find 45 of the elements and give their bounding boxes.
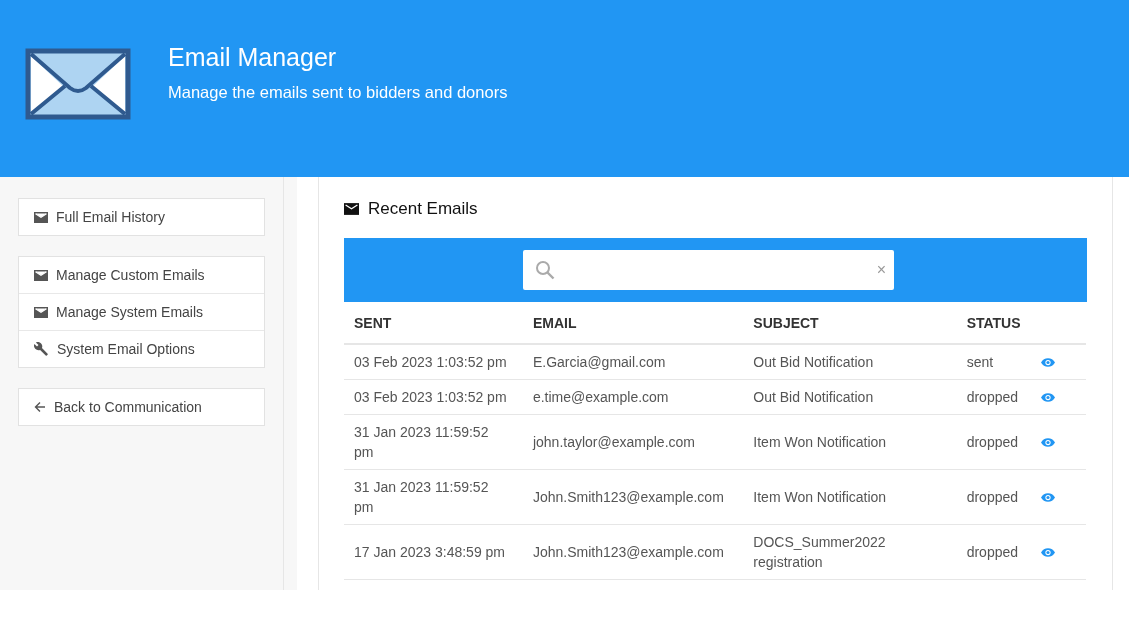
table-cell: Out Bid Notification: [753, 354, 874, 370]
table-cell: 03 Feb 2023 1:03:52 pm: [354, 354, 507, 370]
table-cell: john.taylor@example.com: [532, 434, 695, 450]
panel-title: Recent Emails: [368, 199, 478, 219]
eye-icon[interactable]: [1041, 493, 1056, 502]
table-cell: John.Smith123@example.com: [532, 489, 724, 505]
page-title: Email Manager: [168, 42, 338, 73]
table-cell: Out Bid Notification: [753, 389, 874, 405]
search-icon: [535, 260, 555, 280]
table-cell: dropped: [966, 544, 1019, 560]
table-cell: sent: [966, 354, 994, 370]
column-header: SENT: [354, 314, 392, 331]
table-cell: dropped: [966, 389, 1019, 405]
column-header: STATUS: [966, 314, 1021, 331]
envelope-icon: [344, 203, 359, 215]
sidebar-item[interactable]: Back to Communication: [19, 389, 264, 425]
eye-icon[interactable]: [1041, 358, 1056, 367]
sidebar-item[interactable]: Manage Custom Emails: [19, 257, 264, 293]
page-subtitle: Manage the emails sent to bidders and donors: [168, 83, 508, 102]
table-cell: e.time@example.com: [532, 389, 669, 405]
envelope-icon: [34, 211, 48, 223]
sidebar-item[interactable]: Full Email History: [19, 199, 264, 235]
arrow-left-icon: [34, 401, 46, 413]
table-cell: E.Garcia@gmail.com: [532, 354, 666, 370]
envelope-icon: [25, 48, 131, 120]
sidebar-item[interactable]: Manage System Emails: [19, 293, 264, 330]
table-cell: Item Won Notification: [753, 489, 887, 505]
table-cell: DOCS_Summer2022 registration: [753, 534, 886, 570]
table-cell: 17 Jan 2023 3:48:59 pm: [354, 544, 505, 560]
eye-icon[interactable]: [1041, 438, 1056, 447]
table-cell: 03 Feb 2023 1:03:52 pm: [354, 389, 507, 405]
column-header: EMAIL: [532, 314, 577, 331]
table-cell: Item Won Notification: [753, 434, 887, 450]
table-cell: 31 Jan 2023 11:59:52 pm: [354, 479, 489, 515]
table-cell: dropped: [966, 434, 1019, 450]
eye-icon[interactable]: [1041, 548, 1056, 557]
wrench-icon: [34, 341, 49, 357]
table-cell: John.Smith123@example.com: [532, 544, 724, 560]
column-header: SUBJECT: [753, 314, 819, 331]
table-cell: 31 Jan 2023 11:59:52 pm: [354, 424, 489, 460]
sidebar-item[interactable]: System Email Options: [19, 330, 264, 367]
envelope-icon: [34, 269, 48, 281]
table-cell: dropped: [966, 489, 1019, 505]
eye-icon[interactable]: [1041, 393, 1056, 402]
envelope-icon: [34, 306, 48, 318]
